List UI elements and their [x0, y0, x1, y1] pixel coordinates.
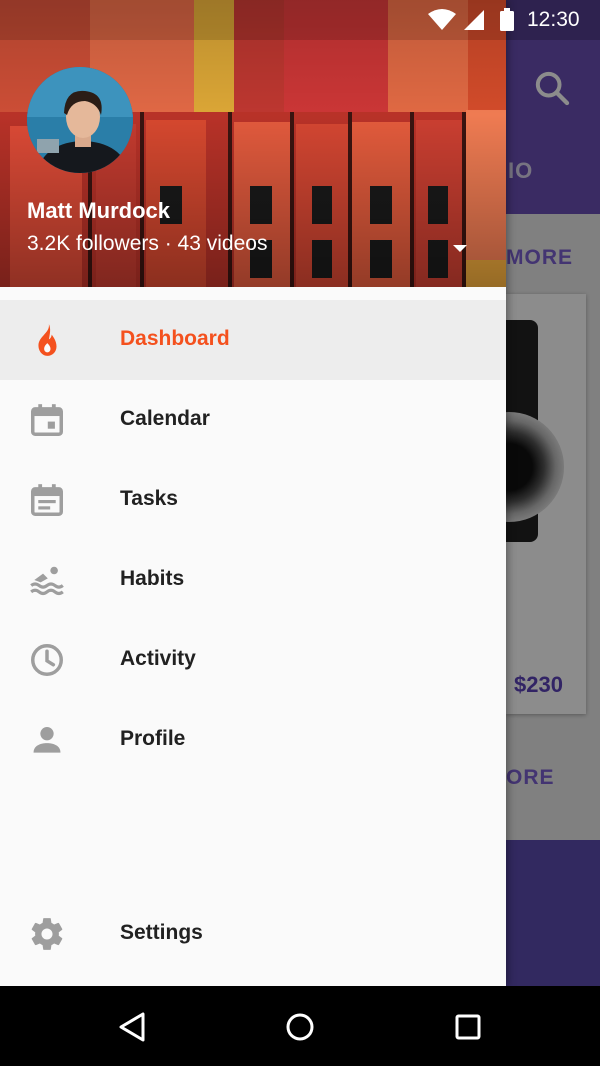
drawer-item-label: Activity — [120, 647, 196, 670]
wifi-icon — [428, 9, 456, 30]
drawer-item-label: Tasks — [120, 487, 178, 510]
drawer-item-label: Habits — [120, 567, 185, 590]
drawer-item-habits[interactable]: Habits — [0, 540, 506, 620]
dropdown-arrow-icon[interactable] — [448, 236, 472, 260]
battery-icon — [500, 11, 514, 31]
drawer-header: Matt Murdock 3.2K followers · 43 videos — [0, 0, 506, 287]
user-name: Matt Murdock — [27, 198, 170, 223]
drawer-item-profile[interactable]: Profile — [0, 700, 506, 780]
avatar-image — [27, 67, 133, 173]
drawer-item-label: Settings — [120, 921, 203, 944]
home-icon[interactable] — [283, 1010, 317, 1044]
swim-icon — [30, 566, 64, 596]
user-stats: 3.2K followers · 43 videos — [27, 232, 268, 255]
drawer-item-settings[interactable]: Settings — [0, 894, 506, 974]
drawer-menu: Dashboard Calendar Tasks Habits Activity… — [0, 300, 506, 780]
signal-icon — [464, 10, 484, 30]
navigation-drawer: Matt Murdock 3.2K followers · 43 videos … — [0, 0, 506, 986]
drawer-item-label: Calendar — [120, 407, 210, 430]
clock-icon — [31, 644, 63, 676]
back-icon[interactable] — [116, 1010, 150, 1044]
drawer-item-label: Profile — [120, 727, 186, 750]
tasks-icon — [31, 484, 63, 516]
gear-icon — [31, 918, 63, 950]
person-icon — [33, 727, 61, 753]
drawer-item-calendar[interactable]: Calendar — [0, 380, 506, 460]
recents-icon[interactable] — [451, 1010, 485, 1044]
drawer-item-dashboard[interactable]: Dashboard — [0, 300, 506, 380]
drawer-item-tasks[interactable]: Tasks — [0, 460, 506, 540]
status-icons — [428, 8, 514, 31]
flame-icon — [38, 324, 57, 356]
system-nav-bar — [0, 986, 600, 1066]
avatar[interactable] — [27, 67, 133, 173]
calendar-icon — [31, 404, 63, 436]
screen: IO MORE $230 ORE Matt Murdock 3.2K follo… — [0, 0, 600, 1066]
drawer-item-label: Dashboard — [120, 327, 230, 350]
drawer-item-activity[interactable]: Activity — [0, 620, 506, 700]
status-time: 12:30 — [527, 8, 580, 31]
status-bar: 12:30 — [0, 0, 600, 40]
